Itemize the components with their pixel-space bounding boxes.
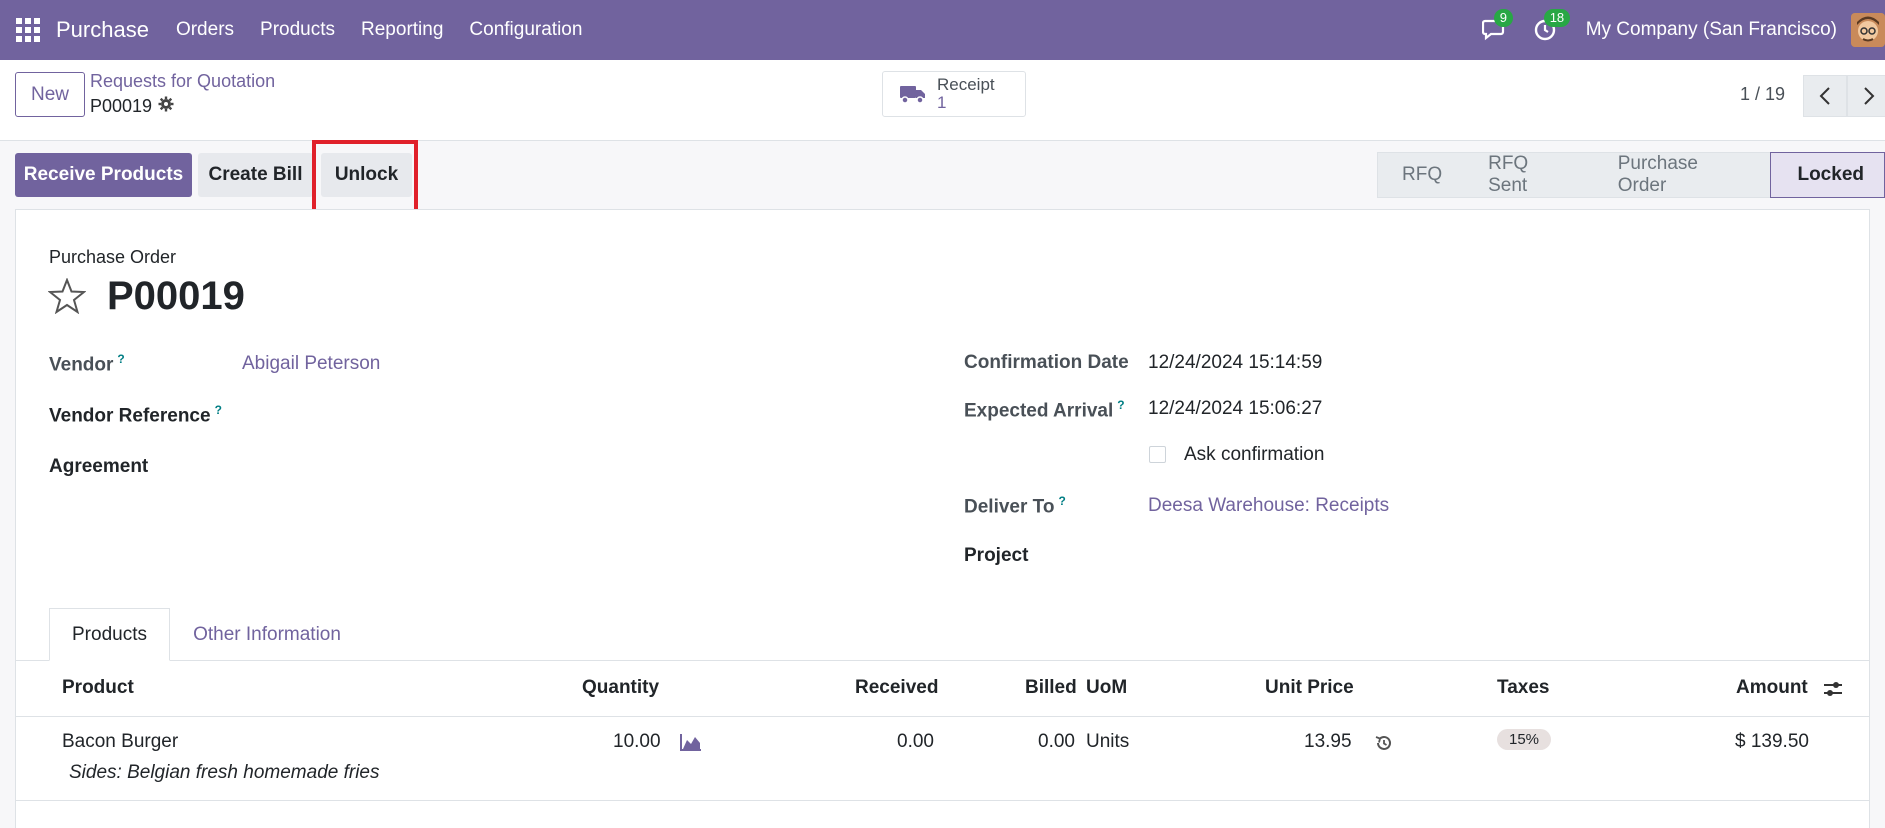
activities-icon[interactable]: 18 bbox=[1530, 9, 1571, 45]
vendor-reference-label-text: Vendor Reference bbox=[49, 405, 211, 427]
stage-locked[interactable]: Locked bbox=[1770, 152, 1885, 198]
unlock-highlight-box bbox=[312, 140, 418, 213]
row-description[interactable]: Sides: Belgian fresh homemade fries bbox=[69, 762, 380, 784]
deliver-to-label: Deliver To? bbox=[964, 494, 1066, 518]
record-name: P00019 bbox=[90, 96, 153, 116]
receipt-count: 1 bbox=[937, 93, 947, 112]
project-label: Project bbox=[964, 545, 1029, 566]
menu-reporting[interactable]: Reporting bbox=[348, 19, 456, 41]
row-received: 0.00 bbox=[897, 731, 934, 752]
row-product[interactable]: Bacon Burger bbox=[62, 731, 178, 753]
star-icon[interactable] bbox=[47, 277, 87, 319]
header-separator bbox=[16, 716, 1870, 717]
control-panel: New Requests for Quotation P00019 Receip… bbox=[0, 60, 1885, 141]
receipt-label: Receipt bbox=[937, 75, 995, 94]
vendor-help-icon[interactable]: ? bbox=[117, 352, 124, 366]
optional-columns-icon[interactable] bbox=[1823, 680, 1843, 703]
vendor-reference-field[interactable] bbox=[242, 400, 942, 430]
order-type-label: Purchase Order bbox=[49, 247, 177, 267]
row-uom[interactable]: Units bbox=[1086, 731, 1129, 753]
vendor-label: Vendor? bbox=[49, 352, 125, 376]
deliver-to-field[interactable]: Deesa Warehouse: Receipts bbox=[1148, 495, 1389, 517]
agreement-field[interactable] bbox=[242, 453, 942, 483]
column-unit-price[interactable]: Unit Price bbox=[1265, 677, 1354, 699]
ask-confirmation-label[interactable]: Ask confirmation bbox=[1184, 444, 1324, 466]
gear-icon[interactable] bbox=[158, 96, 174, 117]
app-name[interactable]: Purchase bbox=[56, 17, 149, 43]
messages-count-badge: 9 bbox=[1493, 9, 1513, 27]
confirmation-date-label: Confirmation Date bbox=[964, 352, 1129, 373]
chevron-right-icon bbox=[1864, 87, 1875, 105]
row-amount: $ 139.50 bbox=[1735, 731, 1809, 752]
pager-next-button[interactable] bbox=[1847, 75, 1885, 117]
deliver-to-help-icon[interactable]: ? bbox=[1058, 494, 1065, 508]
stage-rfq[interactable]: RFQ bbox=[1377, 152, 1463, 198]
column-uom[interactable]: UoM bbox=[1086, 677, 1127, 699]
column-amount[interactable]: Amount bbox=[1736, 677, 1808, 699]
status-bar: RFQ RFQ Sent Purchase Order Locked bbox=[1377, 152, 1885, 198]
column-product[interactable]: Product bbox=[62, 677, 134, 699]
vendor-reference-help-icon[interactable]: ? bbox=[215, 403, 222, 417]
project-field[interactable] bbox=[1148, 542, 1848, 572]
pager-value[interactable]: 1 / 19 bbox=[1740, 84, 1785, 105]
ask-confirmation-checkbox[interactable] bbox=[1149, 446, 1166, 463]
receive-products-button[interactable]: Receive Products bbox=[15, 153, 192, 197]
stage-purchase-order[interactable]: Purchase Order bbox=[1591, 152, 1771, 198]
create-bill-button[interactable]: Create Bill bbox=[198, 153, 313, 197]
stage-rfq-sent[interactable]: RFQ Sent bbox=[1462, 152, 1592, 198]
vendor-label-text: Vendor bbox=[49, 354, 114, 376]
user-avatar[interactable] bbox=[1851, 13, 1885, 47]
new-button[interactable]: New bbox=[15, 72, 85, 117]
agreement-label: Agreement bbox=[49, 456, 149, 477]
messages-icon[interactable]: 9 bbox=[1480, 9, 1513, 45]
pager-previous-button[interactable] bbox=[1803, 75, 1847, 117]
confirmation-date-field[interactable]: 12/24/2024 15:14:59 bbox=[1148, 352, 1322, 374]
menu-orders[interactable]: Orders bbox=[163, 19, 247, 41]
breadcrumb-link[interactable]: Requests for Quotation bbox=[90, 71, 275, 92]
tax-badge[interactable]: 15% bbox=[1497, 729, 1552, 750]
expected-arrival-label: Expected Arrival? bbox=[964, 398, 1125, 422]
expected-arrival-label-text: Expected Arrival bbox=[964, 400, 1114, 422]
history-icon[interactable] bbox=[1375, 734, 1393, 757]
menu-configuration[interactable]: Configuration bbox=[456, 19, 595, 41]
form-sheet bbox=[15, 209, 1870, 828]
record-name-line: P00019 bbox=[90, 96, 174, 117]
receipt-smart-button[interactable]: Receipt 1 bbox=[882, 71, 1026, 117]
activities-count-badge: 18 bbox=[1543, 9, 1571, 27]
row-unit-price[interactable]: 13.95 bbox=[1304, 731, 1352, 753]
row-quantity[interactable]: 10.00 bbox=[613, 731, 661, 753]
menu-products[interactable]: Products bbox=[247, 19, 348, 41]
tab-products[interactable]: Products bbox=[49, 608, 170, 661]
row-separator bbox=[16, 800, 1870, 801]
tab-other-information[interactable]: Other Information bbox=[172, 608, 362, 661]
deliver-to-label-text: Deliver To bbox=[964, 496, 1055, 518]
chevron-left-icon bbox=[1819, 87, 1830, 105]
vendor-field[interactable]: Abigail Peterson bbox=[242, 353, 380, 375]
expected-arrival-help-icon[interactable]: ? bbox=[1117, 398, 1124, 412]
vendor-reference-label: Vendor Reference? bbox=[49, 403, 222, 427]
column-received[interactable]: Received bbox=[855, 677, 938, 699]
company-switcher[interactable]: My Company (San Francisco) bbox=[1586, 19, 1837, 41]
row-billed: 0.00 bbox=[1038, 731, 1075, 752]
column-quantity[interactable]: Quantity bbox=[582, 677, 659, 699]
top-navbar: Purchase Orders Products Reporting Confi… bbox=[0, 0, 1885, 60]
column-taxes[interactable]: Taxes bbox=[1497, 677, 1549, 699]
column-billed[interactable]: Billed bbox=[1025, 677, 1077, 699]
forecast-chart-icon[interactable] bbox=[680, 733, 702, 756]
truck-icon bbox=[899, 83, 927, 105]
expected-arrival-field[interactable]: 12/24/2024 15:06:27 bbox=[1148, 398, 1322, 420]
order-reference: P00019 bbox=[107, 274, 245, 318]
apps-menu-icon[interactable] bbox=[16, 18, 40, 42]
